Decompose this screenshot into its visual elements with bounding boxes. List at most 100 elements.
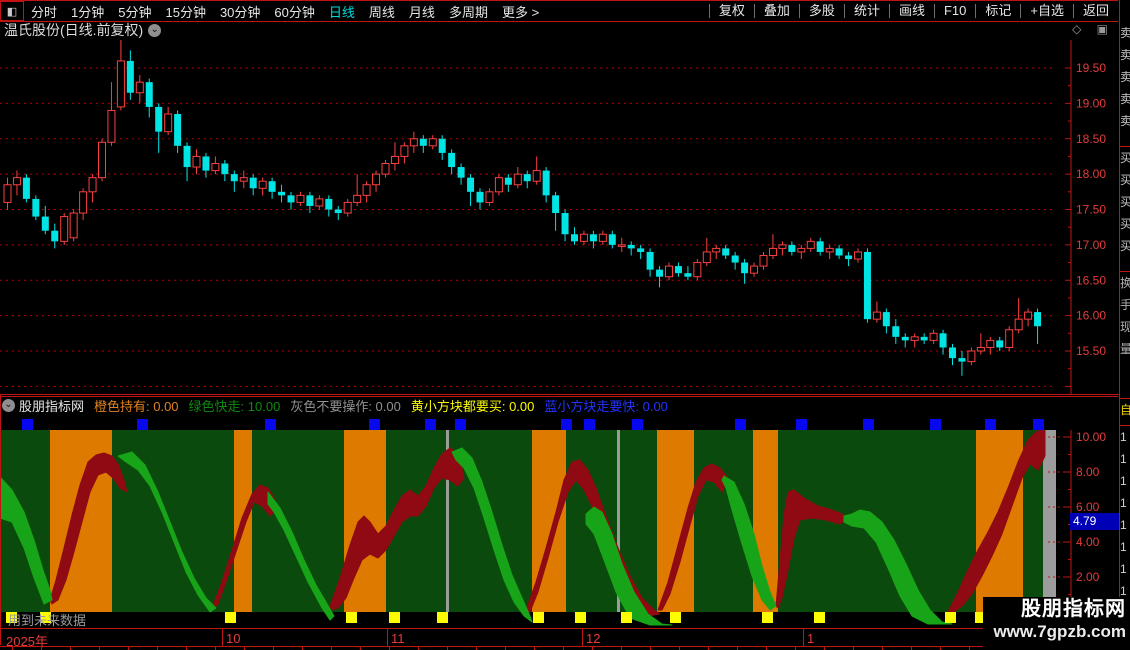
- yellow-signal-square: [225, 612, 236, 623]
- minor-tick: [447, 646, 448, 650]
- chart-title-row: 温氏股份(日线.前复权) ⌄: [4, 22, 162, 38]
- toolbar-left: 分时 1分钟 5分钟 15分钟 30分钟 60分钟 日线 周线 月线 多周期 更多 >: [24, 2, 546, 21]
- toolbar-button-F10[interactable]: F10: [933, 4, 975, 18]
- blue-signal-square: [985, 419, 996, 430]
- right-strip-item[interactable]: 卖: [1120, 44, 1130, 66]
- yellow-signal-square: [437, 612, 448, 623]
- window-split-icon[interactable]: ◧: [0, 1, 24, 21]
- minor-tick: [708, 646, 709, 650]
- minor-tick: [737, 646, 738, 650]
- indicator-values: 橙色持有: 0.00 绿色快走: 10.00 灰色不要操作: 0.00 黄小方块都要买…: [94, 396, 678, 415]
- toolbar-item-多周期[interactable]: 多周期: [442, 2, 495, 21]
- minor-tick: [389, 646, 390, 650]
- toolbar-button-+自选[interactable]: +自选: [1020, 4, 1073, 18]
- indicator-axis-label: 10.00: [1076, 430, 1106, 444]
- toolbar-item-5分钟[interactable]: 5分钟: [111, 2, 158, 21]
- blue-signal-square: [796, 419, 807, 430]
- toolbar-item-60分钟[interactable]: 60分钟: [267, 2, 321, 21]
- yellow-signal-square: [575, 612, 586, 623]
- price-axis-label: 16.00: [1076, 309, 1106, 323]
- right-strip-item[interactable]: 卖: [1120, 66, 1130, 88]
- right-strip-item[interactable]: 卖: [1120, 110, 1130, 132]
- right-strip-section[interactable]: 卖卖卖卖卖: [1120, 22, 1130, 147]
- right-strip-item[interactable]: 买: [1120, 191, 1130, 213]
- right-strip-item[interactable]: 1: [1120, 514, 1130, 536]
- right-strip-item[interactable]: 量: [1120, 338, 1130, 360]
- chevron-down-icon[interactable]: ⌄: [148, 23, 162, 37]
- right-strip-item[interactable]: 1: [1120, 426, 1130, 448]
- blue-signal-square: [137, 419, 148, 430]
- right-strip-item[interactable]: 1: [1120, 536, 1130, 558]
- month-label: 11: [391, 631, 405, 646]
- right-strip-item[interactable]: 1: [1120, 492, 1130, 514]
- right-strip-item[interactable]: 卖: [1120, 88, 1130, 110]
- minor-tick: [795, 646, 796, 650]
- minor-tick: [41, 646, 42, 650]
- right-strip-item[interactable]: 卖: [1120, 22, 1130, 44]
- divider: [0, 394, 1120, 395]
- gray-band: [1043, 430, 1056, 612]
- toolbar-button-统计[interactable]: 统计: [843, 4, 889, 18]
- minor-tick: [534, 646, 535, 650]
- page-title: 温氏股份(日线.前复权): [4, 22, 144, 38]
- right-strip-item[interactable]: 自: [1120, 399, 1130, 421]
- indicator-source: 股朋指标网: [19, 399, 85, 414]
- toolbar-item-1分钟[interactable]: 1分钟: [64, 2, 111, 21]
- yellow-signal-square: [814, 612, 825, 623]
- indicator-item-灰色不要操作: 灰色不要操作: 0.00: [290, 399, 401, 414]
- right-strip-section[interactable]: 换手现量: [1120, 272, 1130, 399]
- collapse-icon[interactable]: ⌄: [2, 399, 15, 412]
- right-strip-item[interactable]: 1: [1120, 558, 1130, 580]
- app-screen: ◧ 分时 1分钟 5分钟 15分钟 30分钟 60分钟 日线 周线 月线 多周期 更多 > 复权 叠加…: [0, 0, 1130, 650]
- yellow-signal-square: [389, 612, 400, 623]
- toolbar-item-分时[interactable]: 分时: [24, 2, 64, 21]
- top-toolbar: ◧ 分时 1分钟 5分钟 15分钟 30分钟 60分钟 日线 周线 月线 多周期 更多 > 复权 叠加…: [0, 0, 1118, 22]
- yellow-signal-row: [0, 612, 1120, 624]
- right-strip-item[interactable]: 换: [1120, 272, 1130, 294]
- blue-signal-square: [22, 419, 33, 430]
- watermark-url: www.7gpzb.com: [993, 622, 1126, 641]
- right-strip-section[interactable]: 买买买买买: [1120, 147, 1130, 272]
- blue-signal-square: [930, 419, 941, 430]
- watermark-name: 股朋指标网: [1021, 598, 1126, 620]
- toolbar-button-多股[interactable]: 多股: [798, 4, 844, 18]
- toolbar-item-30分钟[interactable]: 30分钟: [213, 2, 267, 21]
- blue-signal-square: [632, 419, 643, 430]
- toolbar-item-日线[interactable]: 日线: [322, 2, 362, 21]
- right-strip-item[interactable]: 手: [1120, 294, 1130, 316]
- month-tick: [582, 629, 583, 646]
- toolbar-button-叠加[interactable]: 叠加: [753, 4, 799, 18]
- blue-signal-square: [425, 419, 436, 430]
- toolbar-button-返回[interactable]: 返回: [1072, 4, 1118, 18]
- toolbar-item-月线[interactable]: 月线: [402, 2, 442, 21]
- blue-signal-square: [735, 419, 746, 430]
- right-strip-item[interactable]: 1: [1120, 470, 1130, 492]
- price-axis-label: 18.00: [1076, 167, 1106, 181]
- candles: [3, 40, 1042, 376]
- toolbar-item-15分钟[interactable]: 15分钟: [158, 2, 212, 21]
- panel-left-border: [0, 394, 1, 645]
- month-tick: [222, 629, 223, 646]
- chart-corner-icons[interactable]: ◇ ▣: [1072, 22, 1114, 36]
- right-strip-section[interactable]: 自: [1120, 399, 1130, 426]
- right-strip-item[interactable]: 1: [1120, 448, 1130, 470]
- right-strip-item[interactable]: 买: [1120, 147, 1130, 169]
- right-strip-item[interactable]: 现: [1120, 316, 1130, 338]
- toolbar-button-标记[interactable]: 标记: [975, 4, 1020, 18]
- minor-tick: [331, 646, 332, 650]
- price-axis-label: 17.50: [1076, 203, 1106, 217]
- right-sidebar-strip[interactable]: 卖卖卖卖卖买买买买买换手现量自11111111: [1119, 0, 1130, 650]
- right-strip-item[interactable]: 买: [1120, 213, 1130, 235]
- toolbar-button-画线[interactable]: 画线: [888, 4, 934, 18]
- toolbar-item-更多 >[interactable]: 更多 >: [495, 2, 546, 21]
- minor-tick: [360, 646, 361, 650]
- price-axis-label: 19.00: [1076, 96, 1106, 110]
- right-strip-item[interactable]: 买: [1120, 169, 1130, 191]
- right-strip-item[interactable]: 买: [1120, 235, 1130, 257]
- minor-tick: [621, 646, 622, 650]
- minor-tick: [940, 646, 941, 650]
- toolbar-item-周线[interactable]: 周线: [362, 2, 402, 21]
- toolbar-button-复权[interactable]: 复权: [708, 4, 754, 18]
- blue-signal-square: [1033, 419, 1044, 430]
- yellow-signal-square: [346, 612, 357, 623]
